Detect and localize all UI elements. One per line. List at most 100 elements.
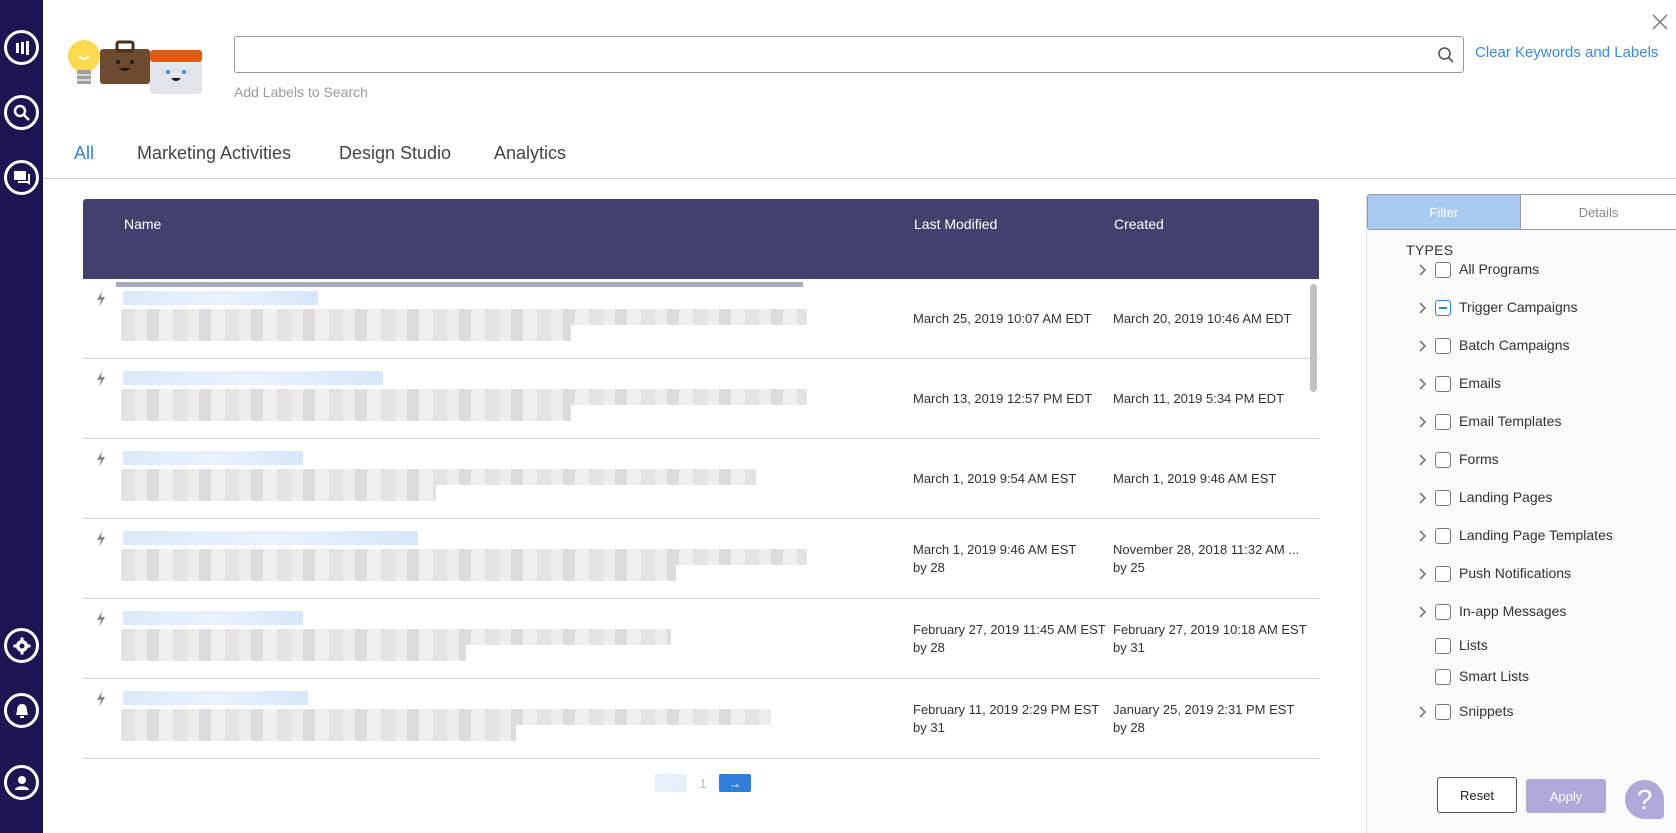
type-label: Push Notifications bbox=[1459, 565, 1572, 581]
column-created[interactable]: Created bbox=[1114, 216, 1164, 232]
type-filter-item[interactable]: In-app Messages bbox=[1367, 600, 1676, 624]
gear-icon[interactable] bbox=[4, 628, 39, 663]
column-last-modified[interactable]: Last Modified bbox=[914, 216, 997, 232]
search-icon[interactable] bbox=[4, 95, 39, 130]
redacted-description bbox=[121, 389, 807, 405]
chevron-right-icon[interactable] bbox=[1419, 340, 1427, 352]
created-by: by 31 bbox=[1113, 640, 1145, 655]
table-row[interactable]: February 11, 2019 2:29 PM EST by 31 Janua… bbox=[83, 679, 1319, 759]
left-sidebar bbox=[0, 0, 43, 833]
chevron-right-icon[interactable] bbox=[1419, 606, 1427, 618]
type-filter-item[interactable]: Landing Page Templates bbox=[1367, 524, 1676, 548]
column-name[interactable]: Name bbox=[124, 216, 161, 232]
type-checkbox[interactable] bbox=[1435, 704, 1451, 720]
type-filter-item[interactable]: Batch Campaigns bbox=[1367, 334, 1676, 358]
redacted-name[interactable] bbox=[123, 291, 318, 305]
chevron-right-icon[interactable] bbox=[1419, 454, 1427, 466]
bolt-icon bbox=[97, 531, 105, 547]
help-button[interactable]: ? bbox=[1625, 780, 1664, 819]
bolt-icon bbox=[97, 451, 105, 467]
tab-design-studio[interactable]: Design Studio bbox=[339, 143, 451, 164]
redacted-name[interactable] bbox=[123, 531, 418, 545]
close-icon[interactable] bbox=[1651, 13, 1669, 31]
last-modified-by: by 28 bbox=[913, 560, 945, 575]
type-filter-item[interactable]: Push Notifications bbox=[1367, 562, 1676, 586]
table-row[interactable]: March 25, 2019 10:07 AM EDT March 20, 20… bbox=[83, 279, 1319, 359]
tab-details[interactable]: Details bbox=[1521, 194, 1676, 230]
type-checkbox[interactable] bbox=[1435, 490, 1451, 506]
chevron-right-icon[interactable] bbox=[1419, 264, 1427, 276]
tab-analytics[interactable]: Analytics bbox=[494, 143, 566, 164]
redacted-name[interactable] bbox=[123, 371, 383, 385]
type-filter-item[interactable]: Smart Lists bbox=[1367, 665, 1676, 689]
redacted-description bbox=[121, 309, 807, 325]
type-checkbox[interactable] bbox=[1435, 338, 1451, 354]
type-checkbox[interactable] bbox=[1435, 638, 1451, 654]
chevron-right-icon[interactable] bbox=[1419, 378, 1427, 390]
redacted-description bbox=[121, 725, 516, 741]
redacted-description bbox=[121, 709, 771, 725]
apply-button[interactable]: Apply bbox=[1526, 779, 1606, 813]
type-checkbox[interactable] bbox=[1435, 414, 1451, 430]
created-date: February 27, 2019 10:18 AM EST by 31 bbox=[1113, 621, 1307, 657]
page-number: 1 bbox=[687, 774, 719, 792]
clear-keywords-link[interactable]: Clear Keywords and Labels bbox=[1475, 44, 1658, 61]
table-row[interactable]: March 13, 2019 12:57 PM EDT March 11, 20… bbox=[83, 359, 1319, 439]
chevron-right-icon[interactable] bbox=[1419, 492, 1427, 504]
type-filter-item[interactable]: Lists bbox=[1367, 634, 1676, 658]
redacted-name[interactable] bbox=[123, 451, 303, 465]
search-icon[interactable] bbox=[1437, 46, 1455, 64]
next-page-button[interactable]: → bbox=[719, 774, 751, 792]
type-checkbox[interactable] bbox=[1435, 566, 1451, 582]
table-header: Name Last Modified Created bbox=[83, 199, 1319, 279]
chevron-right-icon[interactable] bbox=[1419, 530, 1427, 542]
chevron-right-icon[interactable] bbox=[1419, 302, 1427, 314]
marketing-activities-illustration bbox=[68, 40, 202, 94]
type-filter-item[interactable]: Trigger Campaigns bbox=[1367, 296, 1676, 320]
chevron-right-icon[interactable] bbox=[1419, 416, 1427, 428]
panel-tabs: Filter Details bbox=[1367, 194, 1676, 230]
last-modified-date: March 1, 2019 9:46 AM EST by 28 bbox=[913, 541, 1076, 577]
chevron-right-icon[interactable] bbox=[1419, 706, 1427, 718]
type-filter-item[interactable]: Forms bbox=[1367, 448, 1676, 472]
table-row[interactable]: March 1, 2019 9:54 AM EST March 1, 2019 … bbox=[83, 439, 1319, 519]
reset-button[interactable]: Reset bbox=[1437, 777, 1517, 813]
type-filter-item[interactable]: Snippets bbox=[1367, 700, 1676, 724]
type-checkbox[interactable] bbox=[1435, 262, 1451, 278]
tab-marketing-activities[interactable]: Marketing Activities bbox=[137, 143, 291, 164]
search-input[interactable] bbox=[243, 41, 1423, 68]
prev-page-button[interactable]: ← bbox=[655, 774, 687, 792]
bell-icon[interactable] bbox=[4, 693, 39, 728]
type-filter-item[interactable]: All Programs bbox=[1367, 258, 1676, 282]
add-labels-input[interactable]: Add Labels to Search bbox=[234, 84, 368, 100]
tab-filter[interactable]: Filter bbox=[1367, 194, 1521, 230]
type-filter-item[interactable]: Landing Pages bbox=[1367, 486, 1676, 510]
chevron-right-icon[interactable] bbox=[1419, 568, 1427, 580]
last-modified-date: March 1, 2019 9:54 AM EST bbox=[913, 471, 1077, 486]
marketo-logo-icon[interactable] bbox=[4, 30, 39, 65]
table-row[interactable]: February 27, 2019 11:45 AM EST by 28 Febr… bbox=[83, 599, 1319, 679]
bolt-icon bbox=[97, 371, 105, 387]
last-modified-date-text: February 27, 2019 11:45 AM EST bbox=[913, 622, 1106, 637]
pagination: ← 1 → bbox=[655, 774, 751, 792]
table-scrollbar[interactable] bbox=[1310, 284, 1317, 392]
type-checkbox[interactable] bbox=[1435, 452, 1451, 468]
filter-panel: Filter Details TYPES All Programs Trigger… bbox=[1366, 194, 1676, 833]
type-filter-item[interactable]: Email Templates bbox=[1367, 410, 1676, 434]
redacted-name[interactable] bbox=[123, 691, 308, 705]
type-filter-item[interactable]: Emails bbox=[1367, 372, 1676, 396]
type-checkbox[interactable] bbox=[1435, 669, 1451, 685]
created-by: by 28 bbox=[1113, 720, 1145, 735]
user-icon[interactable] bbox=[4, 765, 39, 800]
tab-all[interactable]: All bbox=[74, 143, 94, 164]
redacted-name[interactable] bbox=[123, 611, 303, 625]
last-modified-date: March 25, 2019 10:07 AM EDT bbox=[913, 311, 1092, 326]
redacted-description bbox=[121, 549, 807, 565]
redacted-description bbox=[121, 405, 571, 421]
type-checkbox[interactable] bbox=[1435, 376, 1451, 392]
type-checkbox[interactable] bbox=[1435, 300, 1451, 316]
type-checkbox[interactable] bbox=[1435, 604, 1451, 620]
chat-icon[interactable] bbox=[4, 160, 39, 195]
table-row[interactable]: March 1, 2019 9:46 AM EST by 28 November … bbox=[83, 519, 1319, 599]
type-checkbox[interactable] bbox=[1435, 528, 1451, 544]
